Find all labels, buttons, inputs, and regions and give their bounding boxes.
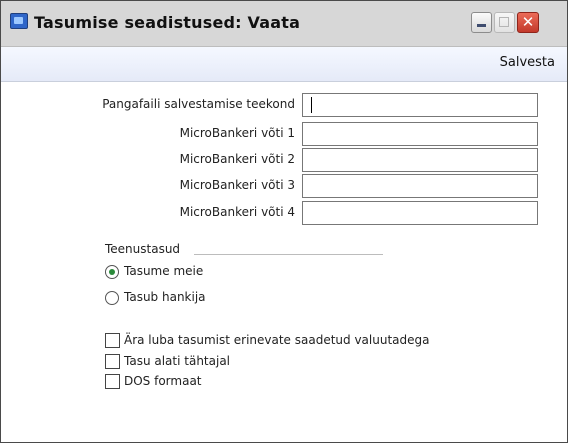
- field-row-key2: MicroBankeri võti 2: [1, 148, 567, 172]
- radio-label-tasub-hankija[interactable]: Tasub hankija: [124, 290, 206, 304]
- group-divider: [194, 254, 383, 255]
- checkbox-label-dos-format[interactable]: DOS formaat: [124, 374, 202, 388]
- bank-file-path-input[interactable]: [302, 93, 538, 117]
- field-row-key1: MicroBankeri võti 1: [1, 122, 567, 146]
- maximize-icon[interactable]: [494, 12, 515, 33]
- radio-tasub-hankija[interactable]: [105, 291, 119, 305]
- save-button[interactable]: Salvesta: [500, 55, 555, 70]
- field-label-key4: MicroBankeri võti 4: [179, 205, 295, 219]
- field-label-key2: MicroBankeri võti 2: [179, 152, 295, 166]
- field-label-key3: MicroBankeri võti 3: [179, 178, 295, 192]
- checkbox-label-pay-on-due-date[interactable]: Tasu alati tähtajal: [124, 354, 230, 368]
- checkbox-dos-format[interactable]: [105, 374, 120, 389]
- radio-tasume-meie[interactable]: [105, 265, 119, 279]
- toolbar: Salvesta: [1, 47, 567, 82]
- microbanker-key2-input[interactable]: [302, 148, 538, 172]
- checkbox-label-no-different-currencies[interactable]: Ära luba tasumist erinevate saadetud val…: [124, 333, 429, 347]
- microbanker-key3-input[interactable]: [302, 174, 538, 198]
- checkbox-pay-on-due-date[interactable]: [105, 354, 120, 369]
- minimize-icon[interactable]: [471, 12, 492, 33]
- dialog-window: Tasumise seadistused: Vaata ✕ Salvesta P…: [0, 0, 568, 443]
- checkbox-no-different-currencies[interactable]: [105, 333, 120, 348]
- text-caret: [311, 97, 312, 113]
- field-row-key3: MicroBankeri võti 3: [1, 174, 567, 198]
- app-window-icon: [10, 13, 28, 29]
- field-label-key1: MicroBankeri võti 1: [179, 126, 295, 140]
- close-icon[interactable]: ✕: [517, 12, 539, 33]
- field-label-path: Pangafaili salvestamise teekond: [102, 97, 295, 111]
- microbanker-key1-input[interactable]: [302, 122, 538, 146]
- field-row-path: Pangafaili salvestamise teekond: [1, 93, 567, 117]
- service-fee-group-title: Teenustasud: [105, 242, 181, 256]
- title-bar[interactable]: Tasumise seadistused: Vaata ✕: [1, 1, 567, 47]
- form-content: Pangafaili salvestamise teekond MicroBan…: [1, 82, 567, 442]
- field-row-key4: MicroBankeri võti 4: [1, 201, 567, 225]
- microbanker-key4-input[interactable]: [302, 201, 538, 225]
- radio-label-tasume-meie[interactable]: Tasume meie: [124, 264, 203, 278]
- window-title: Tasumise seadistused: Vaata: [34, 13, 301, 32]
